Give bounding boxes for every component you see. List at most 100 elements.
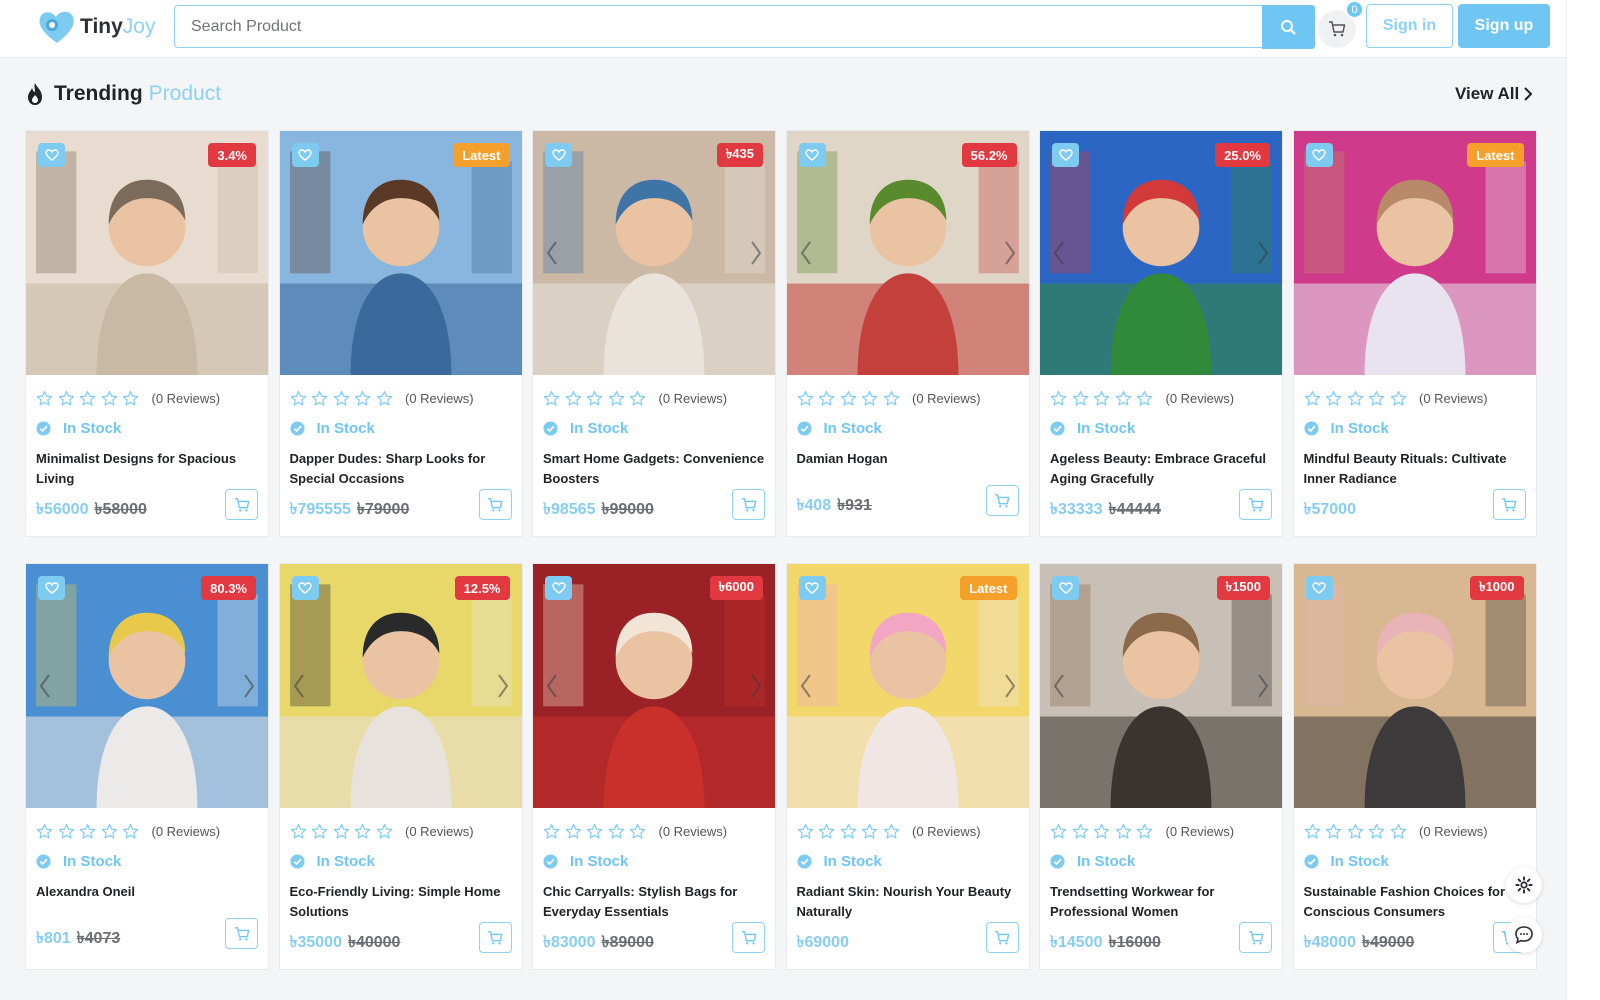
- product-name[interactable]: Dapper Dudes: Sharp Looks for Special Oc…: [290, 449, 512, 488]
- brand-logo[interactable]: TinyJoy: [36, 8, 155, 46]
- add-to-cart-button[interactable]: [1239, 489, 1272, 520]
- carousel-next-icon[interactable]: [1256, 239, 1270, 267]
- carousel-next-icon[interactable]: [242, 672, 256, 700]
- carousel-prev-icon[interactable]: [799, 672, 813, 700]
- product-card[interactable]: Latest (0 Reviews) In Stock Dapper Dudes…: [278, 130, 523, 537]
- product-card[interactable]: ৳6000 (0 Reviews) In Stock Chic Carryall…: [532, 563, 776, 970]
- carousel-prev-icon[interactable]: [1052, 239, 1066, 267]
- add-to-cart-button[interactable]: [1492, 489, 1526, 520]
- product-name[interactable]: Mindful Beauty Rituals: Cultivate Inner …: [1304, 449, 1526, 488]
- product-name[interactable]: Trendsetting Workwear for Professional W…: [1050, 882, 1272, 921]
- header-cart-button[interactable]: 0: [1318, 0, 1364, 48]
- stock-status: In Stock: [796, 853, 882, 870]
- star-rating: (0 Reviews): [1304, 823, 1488, 840]
- product-image[interactable]: 56.2%: [786, 131, 1029, 375]
- product-name[interactable]: Alexandra Oneil: [36, 882, 258, 902]
- settings-button[interactable]: [1506, 867, 1542, 903]
- add-to-cart-button[interactable]: [478, 489, 512, 520]
- original-price: ৳49000: [1361, 934, 1415, 951]
- product-card[interactable]: Latest (0 Reviews) In Stock Mindful Beau…: [1292, 130, 1537, 537]
- product-card[interactable]: ৳435 (0 Reviews) In Stock Smart Home Gad…: [532, 130, 776, 537]
- product-image[interactable]: 80.3%: [26, 564, 268, 808]
- view-all-link[interactable]: View All: [1455, 84, 1533, 104]
- cart-icon: [1501, 497, 1517, 511]
- search-input[interactable]: [175, 6, 1262, 47]
- add-to-cart-button[interactable]: [225, 489, 258, 520]
- wishlist-button[interactable]: [1305, 143, 1333, 167]
- carousel-prev-icon[interactable]: [799, 239, 813, 267]
- wishlist-button[interactable]: [291, 576, 319, 600]
- product-image[interactable]: ৳1500: [1040, 564, 1282, 808]
- wishlist-button[interactable]: [1305, 576, 1333, 600]
- heart-logo-icon: [39, 11, 74, 43]
- page-scrollbar[interactable]: [1566, 0, 1600, 1000]
- current-price: ৳408: [796, 497, 832, 514]
- product-name[interactable]: Sustainable Fashion Choices for Consciou…: [1304, 882, 1526, 921]
- chat-button[interactable]: [1506, 917, 1542, 953]
- wishlist-button[interactable]: [545, 576, 572, 600]
- product-image[interactable]: 12.5%: [279, 564, 522, 808]
- wishlist-button[interactable]: [38, 576, 65, 600]
- add-to-cart-button[interactable]: [225, 918, 258, 949]
- carousel-next-icon[interactable]: [749, 672, 763, 700]
- product-card[interactable]: Latest (0 Reviews) In Stock Radiant Skin…: [785, 563, 1030, 970]
- add-to-cart-button[interactable]: [732, 489, 765, 520]
- carousel-prev-icon[interactable]: [292, 672, 306, 700]
- product-image[interactable]: Latest: [1293, 131, 1536, 375]
- product-image[interactable]: Latest: [786, 564, 1029, 808]
- carousel-prev-icon[interactable]: [38, 672, 52, 700]
- star-rating: (0 Reviews): [36, 823, 220, 840]
- stock-status: In Stock: [1303, 853, 1389, 870]
- carousel-prev-icon[interactable]: [1052, 672, 1066, 700]
- product-card[interactable]: 56.2% (0 Reviews) In Stock Damian Hogan …: [785, 130, 1030, 537]
- wishlist-button[interactable]: [291, 143, 319, 167]
- carousel-prev-icon[interactable]: [545, 239, 559, 267]
- add-to-cart-button[interactable]: [732, 922, 765, 953]
- add-to-cart-button[interactable]: [1239, 922, 1272, 953]
- product-photo: [533, 564, 775, 808]
- star-icon: [840, 390, 856, 406]
- star-icon: [883, 823, 899, 839]
- product-card[interactable]: ৳1500 (0 Reviews) In Stock Trendsetting …: [1039, 563, 1283, 970]
- product-image[interactable]: ৳6000: [533, 564, 775, 808]
- wishlist-button[interactable]: [798, 143, 826, 167]
- carousel-prev-icon[interactable]: [545, 672, 559, 700]
- wishlist-button[interactable]: [1052, 143, 1079, 167]
- product-card[interactable]: 80.3% (0 Reviews) In Stock Alexandra One…: [25, 563, 269, 970]
- current-price: ৳56000: [36, 501, 89, 518]
- carousel-next-icon[interactable]: [496, 672, 510, 700]
- wishlist-button[interactable]: [38, 143, 65, 167]
- product-image[interactable]: 3.4%: [26, 131, 268, 375]
- add-to-cart-button[interactable]: [478, 922, 512, 953]
- product-name[interactable]: Minimalist Designs for Spacious Living: [36, 449, 258, 488]
- product-name[interactable]: Chic Carryalls: Stylish Bags for Everyda…: [543, 882, 765, 921]
- product-card[interactable]: 12.5% (0 Reviews) In Stock Eco-Friendly …: [278, 563, 523, 970]
- add-to-cart-button[interactable]: [985, 485, 1019, 516]
- product-card[interactable]: 25.0% (0 Reviews) In Stock Ageless Beaut…: [1039, 130, 1283, 537]
- product-name[interactable]: Eco-Friendly Living: Simple Home Solutio…: [290, 882, 512, 921]
- wishlist-button[interactable]: [1052, 576, 1079, 600]
- product-image[interactable]: ৳1000: [1293, 564, 1536, 808]
- carousel-next-icon[interactable]: [1003, 239, 1017, 267]
- product-image[interactable]: Latest: [279, 131, 522, 375]
- product-name[interactable]: Damian Hogan: [797, 449, 1019, 469]
- sign-up-button[interactable]: Sign up: [1458, 4, 1550, 48]
- sign-in-button[interactable]: Sign in: [1366, 4, 1453, 48]
- wishlist-button[interactable]: [798, 576, 826, 600]
- add-to-cart-button[interactable]: [985, 922, 1019, 953]
- check-circle-icon: [1303, 421, 1319, 436]
- product-card[interactable]: ৳1000 (0 Reviews) In Stock Sustainable F…: [1292, 563, 1537, 970]
- review-count: (0 Reviews): [405, 391, 474, 406]
- carousel-next-icon[interactable]: [749, 239, 763, 267]
- carousel-next-icon[interactable]: [1256, 672, 1270, 700]
- product-name[interactable]: Ageless Beauty: Embrace Graceful Aging G…: [1050, 449, 1272, 488]
- product-image[interactable]: ৳435: [533, 131, 775, 375]
- product-name[interactable]: Radiant Skin: Nourish Your Beauty Natura…: [797, 882, 1019, 921]
- cart-icon: [1248, 930, 1263, 944]
- product-name[interactable]: Smart Home Gadgets: Convenience Boosters: [543, 449, 765, 488]
- wishlist-button[interactable]: [545, 143, 572, 167]
- product-card[interactable]: 3.4% (0 Reviews) In Stock Minimalist Des…: [25, 130, 269, 537]
- search-button[interactable]: [1261, 4, 1315, 49]
- carousel-next-icon[interactable]: [1003, 672, 1017, 700]
- product-image[interactable]: 25.0%: [1040, 131, 1282, 375]
